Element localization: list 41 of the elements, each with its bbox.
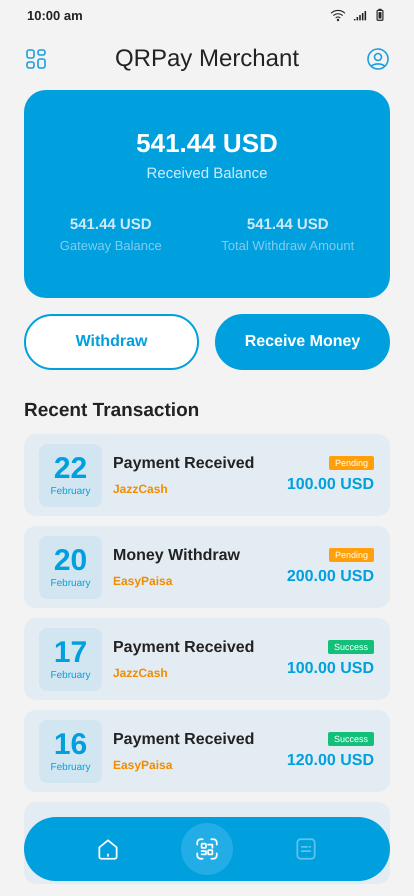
status-badge: Pending bbox=[328, 548, 374, 562]
transaction-card[interactable]: 20 February Money Withdraw EasyPaisa Pending 200.00 USD bbox=[24, 526, 390, 608]
wifi-icon bbox=[329, 7, 347, 23]
profile-icon[interactable] bbox=[366, 47, 390, 71]
payment-method: EasyPaisa bbox=[113, 758, 174, 772]
payment-method: JazzCash bbox=[113, 666, 169, 680]
transaction-card[interactable]: 22 February Payment Received JazzCash Pending 100.00 USD bbox=[24, 434, 390, 516]
transaction-card[interactable]: 17 February Payment Received JazzCash Success 100.00 USD bbox=[24, 618, 390, 700]
date-month: February bbox=[50, 486, 90, 496]
balance-amount: 541.44 USD bbox=[136, 128, 278, 159]
status-time: 10:00 am bbox=[27, 8, 83, 22]
balance-label: Received Balance bbox=[146, 165, 268, 182]
date-month: February bbox=[50, 762, 90, 772]
date-day: 22 bbox=[54, 454, 88, 484]
transaction-title: Money Withdraw bbox=[113, 546, 241, 564]
stat-amount: 541.44 USD bbox=[70, 216, 152, 233]
stat-amount: 541.44 USD bbox=[246, 216, 329, 233]
stat-label: Gateway Balance bbox=[60, 238, 162, 253]
date-day: 17 bbox=[54, 638, 88, 668]
transaction-amount: 100.00 USD bbox=[286, 660, 374, 678]
date-month: February bbox=[50, 578, 90, 588]
transaction-title: Payment Received bbox=[113, 638, 256, 656]
menu-icon[interactable] bbox=[24, 47, 48, 71]
transaction-amount: 200.00 USD bbox=[286, 568, 374, 586]
status-badge: Success bbox=[328, 732, 374, 746]
payment-method: EasyPaisa bbox=[113, 574, 174, 588]
date-month: February bbox=[50, 670, 90, 680]
stat-label: Total Withdraw Amount bbox=[221, 238, 354, 253]
app-title: QRPay Merchant bbox=[114, 45, 300, 73]
qr-scan-icon bbox=[194, 836, 220, 862]
date-day: 16 bbox=[54, 730, 88, 760]
transaction-amount: 120.00 USD bbox=[286, 752, 374, 770]
transaction-title: Payment Received bbox=[113, 730, 256, 748]
date-day: 20 bbox=[54, 546, 88, 576]
payment-method: JazzCash bbox=[113, 482, 169, 496]
transaction-amount: 100.00 USD bbox=[286, 476, 374, 494]
status-badge: Pending bbox=[328, 456, 374, 470]
section-title: Recent Transaction bbox=[24, 400, 200, 422]
transaction-card[interactable]: 16 February Payment Received EasyPaisa Success 120.00 USD bbox=[24, 710, 390, 792]
transaction-title: Payment Received bbox=[113, 454, 256, 472]
status-badge: Success bbox=[328, 640, 374, 654]
